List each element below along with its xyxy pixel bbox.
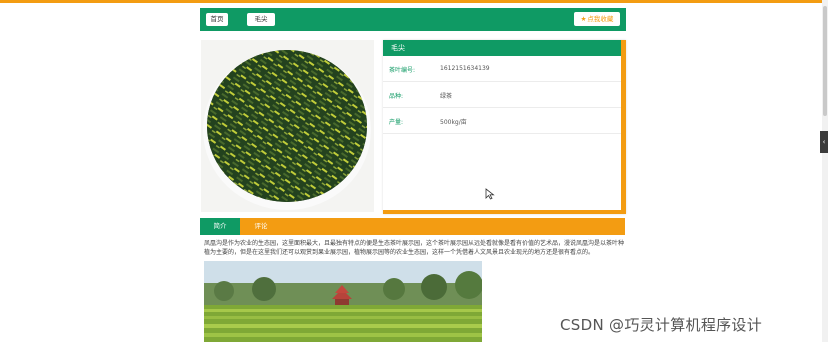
scroll-thumb[interactable]: [823, 6, 827, 116]
top-accent-line: [0, 0, 828, 3]
info-value: 500kg/亩: [440, 119, 467, 126]
product-title: 毛尖: [383, 40, 621, 56]
mouse-cursor-icon: [485, 188, 495, 200]
tea-garden-image: [204, 261, 482, 342]
product-info-panel: 毛尖 茶叶编号: 1612151634139 品种: 绿茶 产量: 500kg/…: [383, 40, 626, 214]
tea-leaves-image: [203, 50, 371, 210]
breadcrumb-current[interactable]: 毛尖: [247, 13, 275, 26]
home-button[interactable]: 首页: [206, 13, 228, 26]
star-icon: ★: [580, 15, 587, 23]
page-scrollbar[interactable]: [822, 0, 828, 342]
product-photo: [201, 40, 374, 212]
info-label: 品种:: [389, 93, 404, 100]
info-label: 茶叶编号:: [389, 67, 416, 74]
tea-garden-photo: [204, 261, 482, 342]
favorite-button[interactable]: ★点我收藏: [574, 12, 620, 26]
info-row-variety: 品种: 绿茶: [383, 82, 621, 108]
product-description: 凤凰沟是作为农业的生态园，这里面积最大，且最独有特点的便是生态茶叶展示园，这个茶…: [204, 240, 625, 256]
info-row-yield: 产量: 500kg/亩: [383, 108, 621, 134]
watermark: CSDN @巧灵计算机程序设计: [560, 316, 763, 334]
tab-intro[interactable]: 简介: [200, 218, 240, 235]
info-row-id: 茶叶编号: 1612151634139: [383, 56, 621, 82]
favorite-label: 点我收藏: [587, 15, 614, 23]
top-navbar: 首页 毛尖 ★点我收藏: [200, 8, 626, 31]
info-value: 绿茶: [440, 93, 453, 100]
detail-tabs: 简介 评论: [200, 218, 625, 235]
tab-review[interactable]: 评论: [246, 218, 276, 235]
info-value: 1612151634139: [440, 65, 490, 72]
info-label: 产量:: [389, 119, 404, 126]
chevron-left-icon[interactable]: ‹: [820, 131, 828, 153]
